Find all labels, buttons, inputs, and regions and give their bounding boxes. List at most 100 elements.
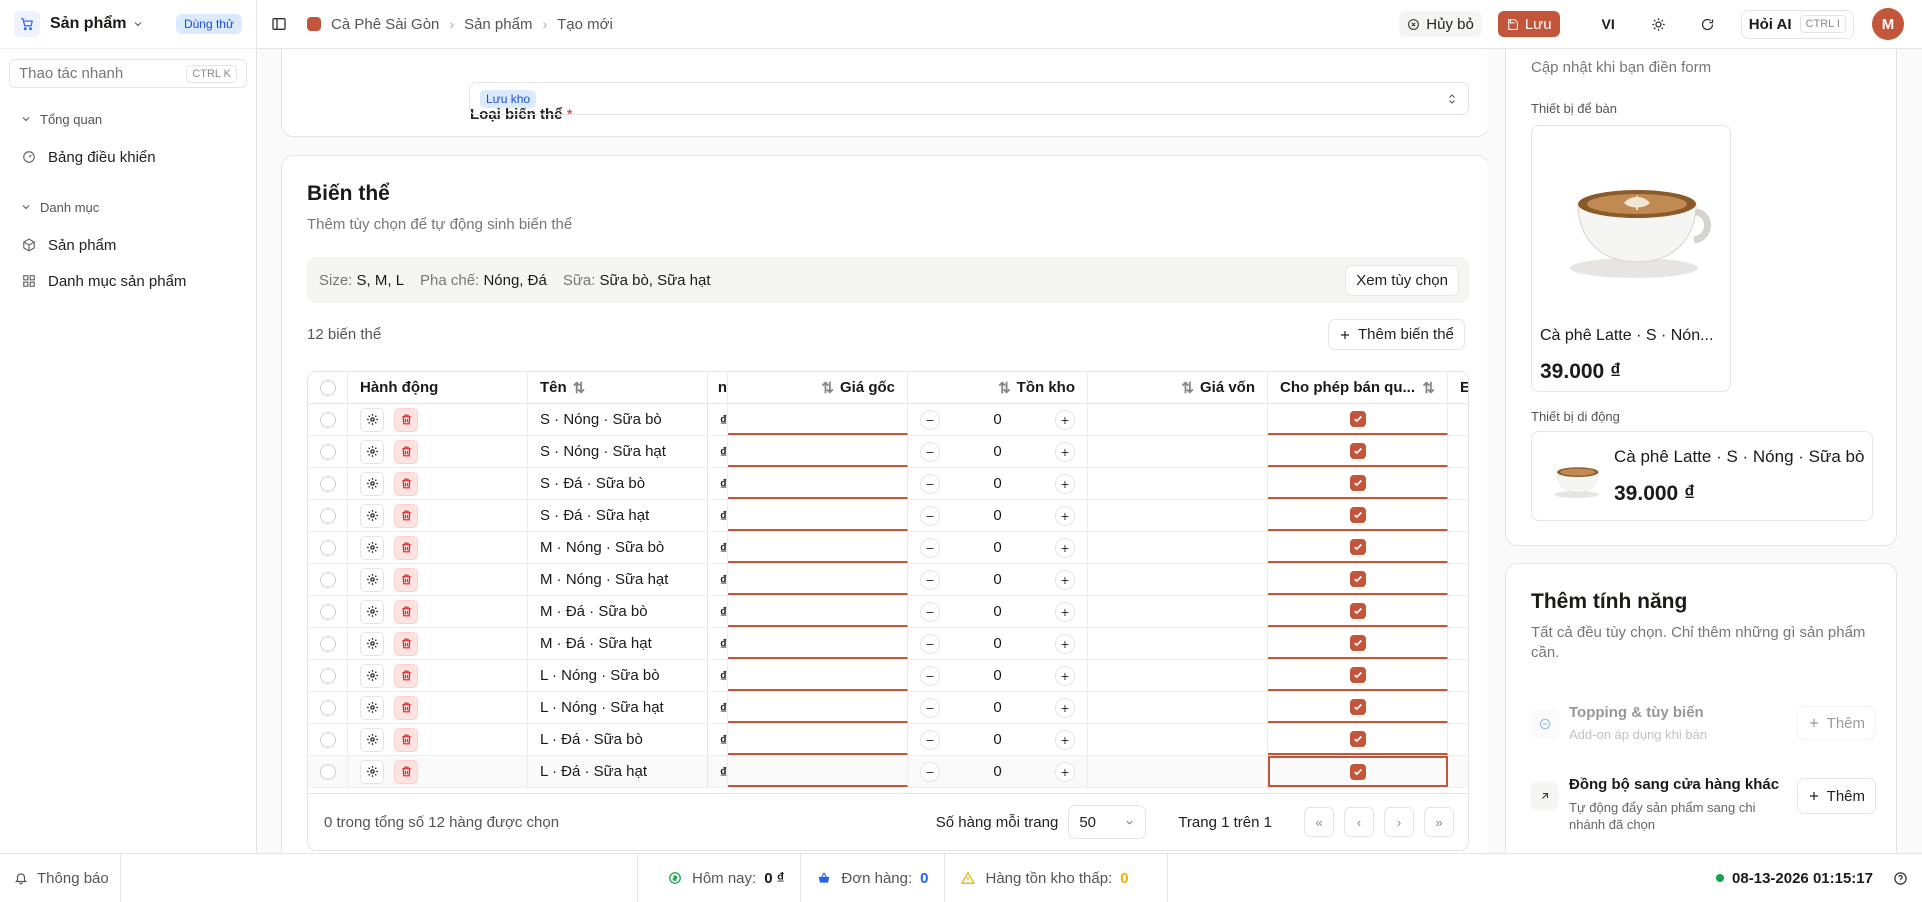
row-base-price-input[interactable] xyxy=(728,756,908,787)
row-cost-input[interactable] xyxy=(1088,756,1268,787)
quick-action-search[interactable]: Thao tác nhanh CTRL K xyxy=(9,59,247,88)
gear-icon[interactable] xyxy=(360,567,384,592)
row-price[interactable]: ₫ xyxy=(708,724,728,755)
plus-icon[interactable]: + xyxy=(1055,729,1075,750)
row-price[interactable]: ₫ xyxy=(708,564,728,595)
sidebar-toggle-icon[interactable] xyxy=(271,16,287,32)
row-checkbox[interactable] xyxy=(319,731,336,748)
trash-icon[interactable] xyxy=(394,407,418,432)
row-name[interactable]: S · Đá · Sữa bò xyxy=(528,468,708,499)
oversell-checkbox[interactable] xyxy=(1349,506,1366,523)
row-price[interactable]: ₫ xyxy=(708,628,728,659)
row-base-price-input[interactable] xyxy=(728,628,908,659)
plus-icon[interactable]: + xyxy=(1055,633,1075,654)
header-name[interactable]: Tên ⇅ xyxy=(528,372,708,403)
sidebar-item-products[interactable]: Sản phẩm xyxy=(0,230,256,260)
row-price[interactable]: ₫ xyxy=(708,532,728,563)
row-name[interactable]: M · Đá · Sữa hạt xyxy=(528,628,708,659)
minus-icon[interactable]: − xyxy=(920,729,940,750)
row-oversell[interactable] xyxy=(1268,468,1448,499)
row-checkbox[interactable] xyxy=(319,507,336,524)
row-name[interactable]: M · Nóng · Sữa bò xyxy=(528,532,708,563)
stock-value[interactable]: 0 xyxy=(993,667,1001,684)
gear-icon[interactable] xyxy=(360,407,384,432)
row-checkbox[interactable] xyxy=(319,603,336,620)
gear-icon[interactable] xyxy=(360,759,384,784)
notifications-button[interactable]: Thông báo xyxy=(0,854,121,902)
stock-value[interactable]: 0 xyxy=(993,699,1001,716)
rows-per-page-select[interactable]: 50 xyxy=(1068,805,1147,839)
plus-icon[interactable]: + xyxy=(1055,505,1075,526)
row-oversell[interactable] xyxy=(1268,532,1448,563)
row-checkbox[interactable] xyxy=(319,539,336,556)
gear-icon[interactable] xyxy=(360,503,384,528)
trash-icon[interactable] xyxy=(394,535,418,560)
ask-ai-button[interactable]: Hỏi AI CTRL I xyxy=(1740,9,1854,39)
row-cost-input[interactable] xyxy=(1088,404,1268,435)
row-cost-input[interactable] xyxy=(1088,564,1268,595)
header-cost[interactable]: ⇅ Giá vốn xyxy=(1088,372,1268,403)
plus-icon[interactable]: + xyxy=(1055,665,1075,686)
row-name[interactable]: S · Đá · Sữa hạt xyxy=(528,500,708,531)
gear-icon[interactable] xyxy=(360,599,384,624)
row-base-price-input[interactable] xyxy=(728,532,908,563)
app-switcher[interactable]: Sản phẩm xyxy=(50,15,144,33)
add-sync-button[interactable]: Thêm xyxy=(1796,778,1876,814)
stock-value[interactable]: 0 xyxy=(993,731,1001,748)
minus-icon[interactable]: − xyxy=(920,537,940,558)
row-oversell[interactable] xyxy=(1268,564,1448,595)
gear-icon[interactable] xyxy=(360,439,384,464)
row-cost-input[interactable] xyxy=(1088,500,1268,531)
row-oversell[interactable] xyxy=(1268,724,1448,755)
oversell-checkbox[interactable] xyxy=(1349,698,1366,715)
row-oversell[interactable] xyxy=(1268,660,1448,691)
minus-icon[interactable]: − xyxy=(920,441,940,462)
stock-value[interactable]: 0 xyxy=(993,475,1001,492)
row-cost-input[interactable] xyxy=(1088,468,1268,499)
stock-value[interactable]: 0 xyxy=(993,763,1001,780)
first-page-icon[interactable]: « xyxy=(1304,807,1334,837)
minus-icon[interactable]: − xyxy=(920,633,940,654)
row-price[interactable]: ₫ xyxy=(708,660,728,691)
row-checkbox[interactable] xyxy=(319,443,336,460)
plus-icon[interactable]: + xyxy=(1055,569,1075,590)
row-checkbox[interactable] xyxy=(319,667,336,684)
sidebar-item-product-categories[interactable]: Danh mục sản phẩm xyxy=(0,266,256,296)
trash-icon[interactable] xyxy=(394,727,418,752)
oversell-checkbox[interactable] xyxy=(1349,730,1366,747)
row-cost-input[interactable] xyxy=(1088,532,1268,563)
variant-type-select[interactable]: Lưu kho xyxy=(469,82,1469,115)
last-page-icon[interactable]: » xyxy=(1424,807,1454,837)
minus-icon[interactable]: − xyxy=(920,761,940,782)
row-price[interactable]: ₫ xyxy=(708,468,728,499)
select-all-checkbox[interactable] xyxy=(319,379,336,396)
cancel-button[interactable]: Hủy bỏ xyxy=(1399,11,1482,37)
row-name[interactable]: L · Đá · Sữa hạt xyxy=(528,756,708,787)
minus-icon[interactable]: − xyxy=(920,697,940,718)
minus-icon[interactable]: − xyxy=(920,569,940,590)
row-checkbox[interactable] xyxy=(319,635,336,652)
gear-icon[interactable] xyxy=(360,727,384,752)
oversell-checkbox[interactable] xyxy=(1349,538,1366,555)
trash-icon[interactable] xyxy=(394,599,418,624)
trial-badge[interactable]: Dùng thử xyxy=(175,14,242,34)
plus-icon[interactable]: + xyxy=(1055,697,1075,718)
row-base-price-input[interactable] xyxy=(728,564,908,595)
stock-value[interactable]: 0 xyxy=(993,539,1001,556)
row-base-price-input[interactable] xyxy=(728,436,908,467)
row-name[interactable]: L · Nóng · Sữa bò xyxy=(528,660,708,691)
save-button[interactable]: Lưu xyxy=(1497,11,1560,37)
row-price[interactable]: ₫ xyxy=(708,404,728,435)
refresh-icon[interactable] xyxy=(1700,17,1715,32)
gear-icon[interactable] xyxy=(360,695,384,720)
trash-icon[interactable] xyxy=(394,663,418,688)
plus-icon[interactable]: + xyxy=(1055,473,1075,494)
row-base-price-input[interactable] xyxy=(728,500,908,531)
row-checkbox[interactable] xyxy=(319,475,336,492)
help-icon[interactable] xyxy=(1893,871,1908,886)
trash-icon[interactable] xyxy=(394,631,418,656)
minus-icon[interactable]: − xyxy=(920,473,940,494)
header-base-price[interactable]: ⇅ Giá gốc xyxy=(728,372,908,403)
row-checkbox[interactable] xyxy=(319,571,336,588)
row-cost-input[interactable] xyxy=(1088,628,1268,659)
